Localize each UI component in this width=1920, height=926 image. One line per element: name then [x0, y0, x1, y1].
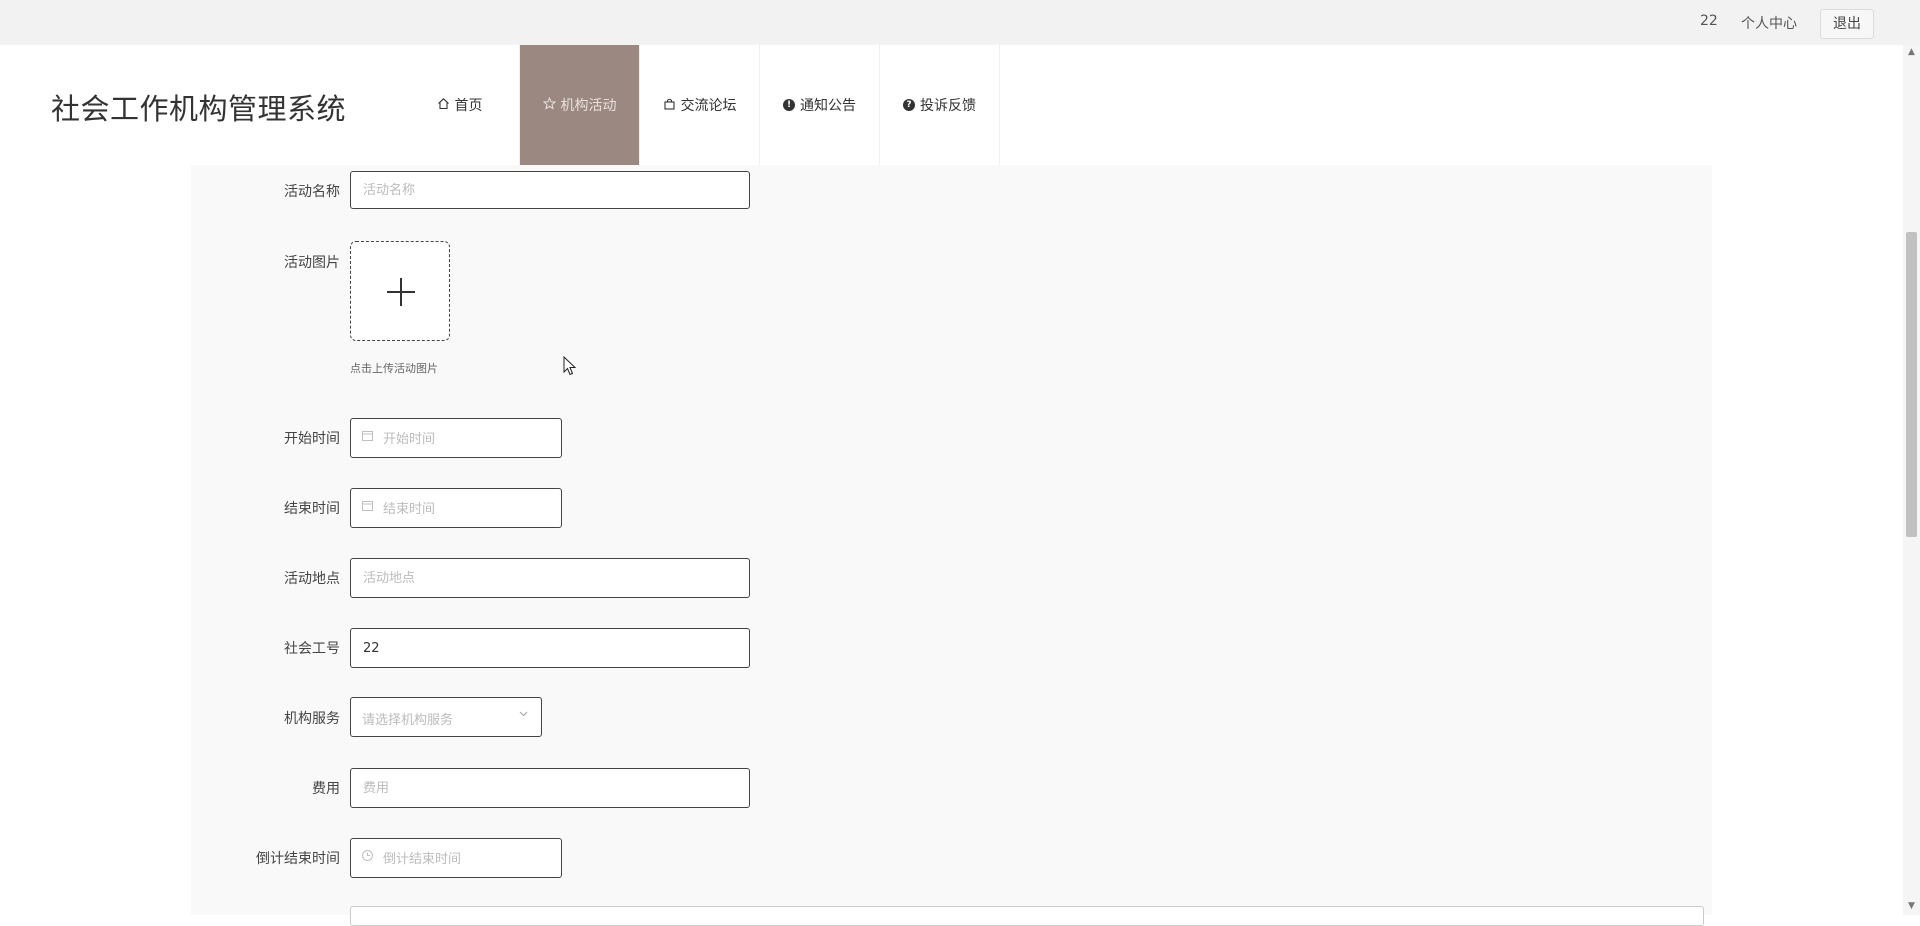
start-time-label: 开始时间 — [284, 431, 340, 447]
question-icon: ? — [903, 99, 915, 111]
plus-icon-vertical — [400, 278, 402, 306]
nav-item-label: 机构活动 — [560, 98, 617, 114]
username-label: 22 — [1700, 13, 1718, 29]
service-select[interactable]: 请选择机构服务 — [350, 697, 542, 737]
fee-input[interactable] — [350, 768, 750, 808]
bag-icon — [663, 97, 676, 114]
logout-button[interactable]: 退出 — [1820, 9, 1874, 39]
end-time-input[interactable] — [381, 489, 555, 529]
service-select-placeholder: 请选择机构服务 — [362, 713, 454, 728]
exclamation-icon: ! — [783, 99, 795, 111]
upload-tip: 点击上传活动图片 — [350, 362, 438, 375]
activity-name-label: 活动名称 — [284, 184, 340, 200]
activity-image-label: 活动图片 — [284, 255, 340, 271]
calendar-icon — [361, 429, 374, 446]
service-label: 机构服务 — [284, 711, 340, 727]
next-field-partial[interactable] — [350, 906, 1704, 926]
scroll-up-icon[interactable]: ▲ — [1906, 47, 1917, 57]
scroll-down-icon[interactable]: ▼ — [1906, 901, 1917, 911]
nav-item-notices[interactable]: ! 通知公告 — [760, 45, 880, 165]
home-icon — [437, 97, 450, 114]
end-time-picker[interactable] — [350, 488, 562, 529]
nav-item-activities[interactable]: 机构活动 — [520, 45, 640, 165]
nav-item-label: 投诉反馈 — [920, 98, 976, 114]
image-upload-button[interactable] — [350, 241, 450, 341]
site-title: 社会工作机构管理系统 — [51, 92, 347, 126]
nav-item-home[interactable]: 首页 — [400, 45, 520, 165]
calendar-icon — [361, 499, 374, 516]
personal-center-link[interactable]: 个人中心 — [1741, 13, 1797, 33]
nav-item-feedback[interactable]: ? 投诉反馈 — [880, 45, 1000, 165]
start-time-picker[interactable] — [350, 418, 562, 459]
activity-name-input[interactable] — [350, 171, 750, 209]
nav-item-forum[interactable]: 交流论坛 — [640, 45, 760, 165]
social-worker-id-input[interactable] — [350, 628, 750, 668]
chevron-down-icon — [518, 708, 529, 722]
mouse-cursor-icon — [563, 355, 577, 380]
social-worker-id-label: 社会工号 — [284, 641, 340, 657]
location-input[interactable] — [350, 558, 750, 598]
start-time-input[interactable] — [381, 419, 555, 459]
countdown-end-input[interactable] — [381, 839, 555, 879]
clock-icon — [361, 849, 374, 866]
end-time-label: 结束时间 — [284, 501, 340, 517]
star-icon — [542, 96, 556, 114]
countdown-end-picker[interactable] — [350, 838, 562, 879]
site-header: 社会工作机构管理系统 首页 机构活动 交流论坛 ! 通知公告 ? 投诉反馈 — [0, 45, 1920, 165]
nav-item-label: 通知公告 — [800, 98, 856, 114]
fee-label: 费用 — [312, 781, 340, 797]
location-label: 活动地点 — [284, 571, 340, 587]
top-utility-bar: 22 个人中心 退出 — [0, 0, 1920, 46]
nav-item-label: 首页 — [454, 98, 483, 114]
countdown-end-label: 倒计结束时间 — [256, 851, 340, 867]
nav-item-label: 交流论坛 — [680, 98, 737, 114]
scrollbar-thumb[interactable] — [1906, 232, 1917, 537]
